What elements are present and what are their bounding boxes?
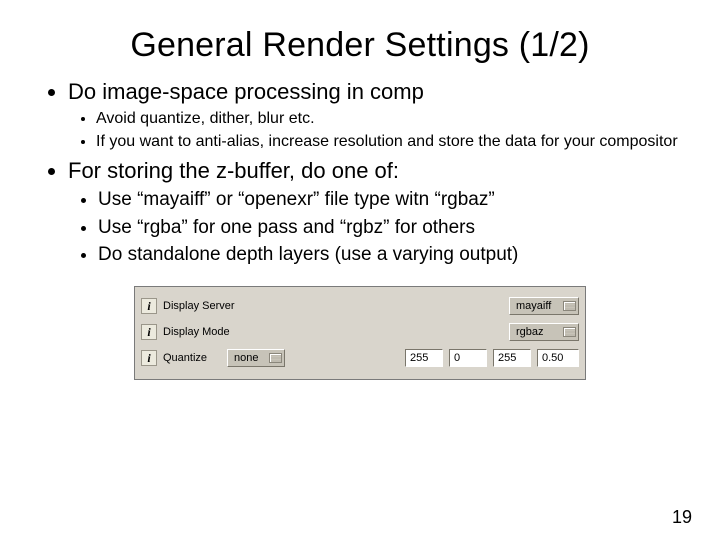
quantize-dropdown-value: none	[234, 352, 258, 364]
display-server-label: Display Server	[163, 300, 259, 312]
bullet-2a: Use “mayaiff” or “openexr” file type wit…	[98, 188, 680, 213]
display-mode-value: rgbaz	[516, 326, 544, 338]
bullet-2b: Use “rgba” for one pass and “rgbz” for o…	[98, 216, 680, 241]
row-quantize: i Quantize none 255 0 255 0.50	[141, 345, 579, 371]
display-server-dropdown[interactable]: mayaiff	[509, 297, 579, 315]
quantize-input-3[interactable]: 255	[493, 349, 531, 367]
bullet-1b: If you want to anti-alias, increase reso…	[96, 132, 680, 152]
bullet-1: Do image-space processing in comp	[68, 79, 680, 105]
bullet-2: For storing the z-buffer, do one of:	[68, 158, 680, 184]
row-display-mode: i Display Mode rgbaz	[141, 319, 579, 345]
info-icon[interactable]: i	[141, 324, 157, 340]
bullet-1a: Avoid quantize, dither, blur etc.	[96, 109, 680, 129]
slide-title: General Render Settings (1/2)	[40, 26, 680, 65]
info-icon[interactable]: i	[141, 350, 157, 366]
row-display-server: i Display Server mayaiff	[141, 293, 579, 319]
bullet-2c: Do standalone depth layers (use a varyin…	[98, 243, 680, 268]
dropdown-handle-icon	[563, 301, 576, 311]
quantize-input-4[interactable]: 0.50	[537, 349, 579, 367]
quantize-dropdown[interactable]: none	[227, 349, 285, 367]
bullet-list: Do image-space processing in comp Avoid …	[40, 79, 680, 268]
quantize-input-2[interactable]: 0	[449, 349, 487, 367]
info-icon[interactable]: i	[141, 298, 157, 314]
display-mode-label: Display Mode	[163, 326, 259, 338]
settings-panel-wrap: i Display Server mayaiff i Display Mode …	[40, 286, 680, 380]
bullet-1-sublist: Avoid quantize, dither, blur etc. If you…	[68, 109, 680, 152]
settings-panel: i Display Server mayaiff i Display Mode …	[134, 286, 586, 380]
dropdown-handle-icon	[269, 353, 282, 363]
bullet-2-sublist: Use “mayaiff” or “openexr” file type wit…	[68, 188, 680, 268]
quantize-label: Quantize	[163, 352, 221, 364]
display-mode-dropdown[interactable]: rgbaz	[509, 323, 579, 341]
dropdown-handle-icon	[563, 327, 576, 337]
page-number: 19	[672, 507, 692, 528]
slide: General Render Settings (1/2) Do image-s…	[0, 0, 720, 540]
quantize-input-1[interactable]: 255	[405, 349, 443, 367]
display-server-value: mayaiff	[516, 300, 551, 312]
